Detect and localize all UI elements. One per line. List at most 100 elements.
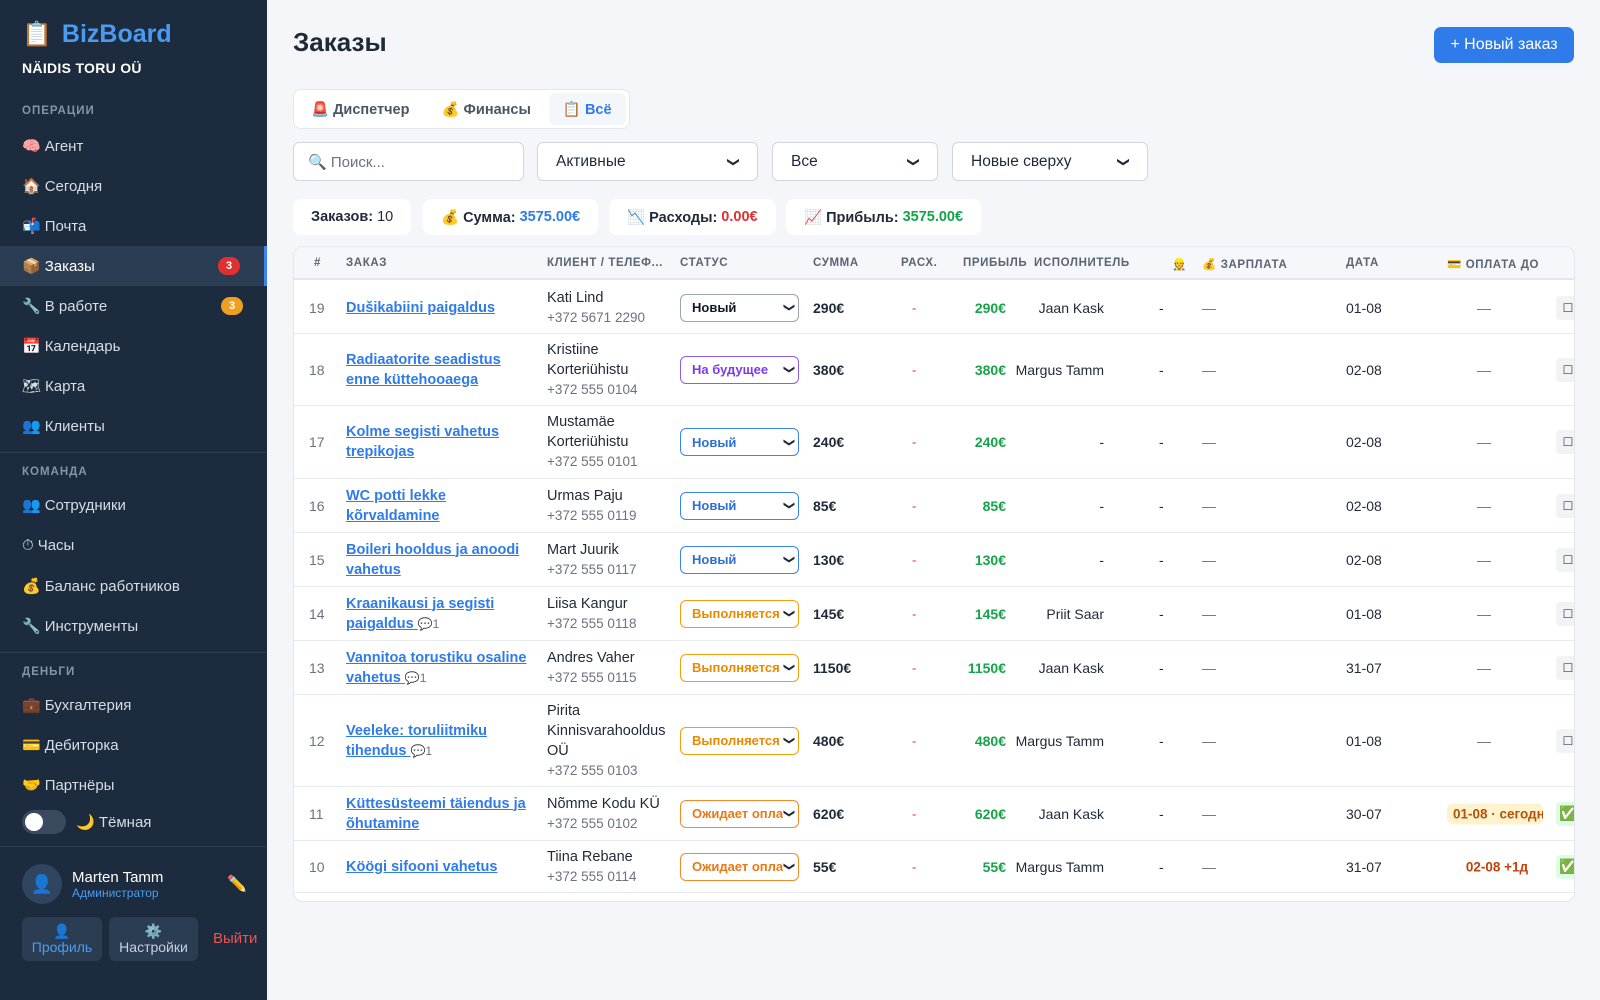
order-title-link[interactable]: Küttesüsteemi täiendus ja õhutamine <box>346 794 536 834</box>
status-select[interactable]: Ожидает оплаты❯ <box>680 799 799 828</box>
order-title-link[interactable]: WC potti lekke kõrvaldamine <box>346 486 536 526</box>
table-row[interactable]: 18 Radiaatorite seadistus enne küttehooae… <box>294 334 1574 406</box>
tab-finances[interactable]: 💰 Финансы <box>427 93 544 125</box>
table-row[interactable]: 19 Dušikabiini paigaldus Kati Lind +372 567… <box>294 282 1574 334</box>
table-row[interactable]: 15 Boileri hooldus ja anoodi vahetus Mart … <box>294 533 1574 587</box>
table-row[interactable]: 11 Küttesüsteemi täiendus ja õhutamine Nõm… <box>294 787 1574 841</box>
paid-checkbox[interactable]: ✅ <box>1556 801 1574 826</box>
order-sum: 1150€ <box>813 659 852 676</box>
header-status[interactable]: СТАТУС <box>680 257 728 269</box>
sidebar-item-today[interactable]: 🏠 Сегодня <box>0 166 267 206</box>
order-title-link[interactable]: Dušikabiini paigaldus <box>346 298 536 318</box>
header-executor[interactable]: ИСПОЛНИТЕЛЬ <box>1034 257 1129 269</box>
paid-checkbox[interactable]: ☐ <box>1556 601 1574 626</box>
worker-icon: 👷 <box>1172 259 1187 271</box>
table-row[interactable]: 13 Vannitoa torustiku osaline vahetus 💬1 A… <box>294 641 1574 695</box>
client-phone: +372 555 0119 <box>547 507 637 523</box>
order-number: 19 <box>309 299 325 316</box>
avatar[interactable]: 👤 <box>22 864 62 904</box>
paid-checkbox[interactable]: ☐ <box>1556 357 1574 382</box>
sidebar-item-hours[interactable]: ⏱ Часы <box>0 525 267 565</box>
status-select[interactable]: Новый ❯ <box>680 293 799 322</box>
order-title-link[interactable]: Kraanikausi ja segisti paigaldus 💬1 <box>346 594 536 634</box>
order-title-link[interactable]: Kolme segisti vahetus trepikojas <box>346 422 536 462</box>
credit-card-icon: 💳 <box>22 737 41 754</box>
header-client[interactable]: КЛИЕНТ / ТЕЛЕФ... <box>547 257 675 269</box>
sidebar-item-mail[interactable]: 📬 Почта <box>0 206 267 246</box>
order-worker: - <box>1159 659 1164 676</box>
sidebar-item-receivables[interactable]: 💳 Дебиторка <box>0 725 267 765</box>
sidebar-item-agent[interactable]: 🧠 Агент <box>0 126 267 166</box>
search-input[interactable]: 🔍 Поиск... <box>293 142 524 181</box>
paid-checkbox[interactable]: ✅ <box>1556 854 1574 879</box>
header-num[interactable]: # <box>314 257 321 269</box>
type-filter-select[interactable]: Все ❯ <box>772 142 938 181</box>
brand[interactable]: 📋 BizBoard <box>22 20 172 49</box>
sidebar-item-worker-balance[interactable]: 💰 Баланс работников <box>0 566 267 606</box>
header-order[interactable]: ЗАКАЗ <box>346 257 387 269</box>
order-salary: — <box>1202 299 1216 316</box>
table-row[interactable]: 14 Kraanikausi ja segisti paigaldus 💬1 Lii… <box>294 587 1574 641</box>
header-expense[interactable]: РАСХ. <box>901 257 937 269</box>
header-pay-until[interactable]: 💳 ОПЛАТА ДО <box>1447 257 1539 271</box>
status-select[interactable]: Выполняется ❯ <box>680 599 799 628</box>
status-filter-select[interactable]: Активные ❯ <box>537 142 758 181</box>
pencil-icon[interactable]: ✏️ <box>227 874 247 894</box>
status-select[interactable]: На будущее ❯ <box>680 355 799 384</box>
status-select[interactable]: Выполняется ❯ <box>680 726 799 755</box>
dark-mode-toggle[interactable] <box>22 810 66 834</box>
paid-checkbox[interactable]: ☐ <box>1556 493 1574 518</box>
order-title-link[interactable]: Veeleke: toruliitmiku tihendus 💬1 <box>346 721 536 761</box>
header-salary[interactable]: 💰 ЗАРПЛАТА <box>1202 257 1287 271</box>
sidebar-item-orders[interactable]: 📦 Заказы 3 <box>0 246 267 286</box>
sidebar-item-calendar[interactable]: 📅 Календарь <box>0 326 267 366</box>
order-title-link[interactable]: Radiaatorite seadistus enne küttehooaega <box>346 350 536 390</box>
sidebar-item-clients[interactable]: 👥 Клиенты <box>0 406 267 446</box>
sidebar-item-label: Календарь <box>44 337 121 355</box>
sidebar-item-map[interactable]: 🗺 Карта <box>0 366 267 406</box>
sidebar-item-label: Агент <box>44 137 84 155</box>
settings-button[interactable]: ⚙️ Настройки <box>109 917 198 961</box>
paid-checkbox[interactable]: ☐ <box>1556 547 1574 572</box>
tab-all[interactable]: 📋 Всё <box>548 93 626 125</box>
header-date[interactable]: ДАТА <box>1346 257 1379 269</box>
sort-select[interactable]: Новые сверху ❯ <box>952 142 1148 181</box>
client-info: Urmas Paju +372 555 0119 <box>547 486 677 526</box>
logout-button[interactable]: Выйти <box>213 930 257 947</box>
status-select[interactable]: Новый ❯ <box>680 545 799 574</box>
header-sum[interactable]: СУММА <box>813 257 859 269</box>
sidebar-item-tools[interactable]: 🔧 Инструменты <box>0 606 267 646</box>
sidebar-item-employees[interactable]: 👥 Сотрудники <box>0 485 267 525</box>
tab-dispatcher[interactable]: 🚨 Диспетчер <box>297 93 423 125</box>
status-select[interactable]: Ожидает оплаты❯ <box>680 852 799 881</box>
table-row[interactable]: 10 Köögi sifooni vahetus Tiina Rebane +372 … <box>294 841 1574 893</box>
paid-checkbox[interactable]: ☐ <box>1556 295 1574 320</box>
table-row[interactable]: 17 Kolme segisti vahetus trepikojas Mustam… <box>294 406 1574 479</box>
header-profit[interactable]: ПРИБЫЛЬ <box>963 257 1027 269</box>
client-phone: +372 555 0102 <box>547 815 638 831</box>
profile-button[interactable]: 👤 Профиль <box>22 917 102 961</box>
new-order-button[interactable]: + Новый заказ <box>1434 27 1574 63</box>
paid-checkbox[interactable]: ☐ <box>1556 728 1574 753</box>
paid-checkbox[interactable]: ☐ <box>1556 655 1574 680</box>
people-icon: 👥 <box>22 418 41 435</box>
sidebar-item-partners[interactable]: 🤝 Партнёры <box>0 765 267 805</box>
order-title-link[interactable]: Vannitoa torustiku osaline vahetus 💬1 <box>346 648 536 688</box>
status-select[interactable]: Выполняется ❯ <box>680 653 799 682</box>
status-select[interactable]: Новый ❯ <box>680 428 799 456</box>
paid-checkbox[interactable]: ☐ <box>1556 430 1574 454</box>
sidebar-item-accounting[interactable]: 💼 Бухгалтерия <box>0 685 267 725</box>
order-sum: 290€ <box>813 299 845 316</box>
client-phone: +372 555 0118 <box>547 615 637 631</box>
table-row[interactable]: 12 Veeleke: toruliitmiku tihendus 💬1 Pirit… <box>294 695 1574 787</box>
chevron-down-icon: ❯ <box>726 156 741 167</box>
order-profit: 145€ <box>974 605 1006 622</box>
order-title-link[interactable]: Köögi sifooni vahetus <box>346 857 536 877</box>
status-value: Новый <box>692 434 737 450</box>
order-expense: - <box>912 733 917 748</box>
order-title-link[interactable]: Boileri hooldus ja anoodi vahetus <box>346 540 536 580</box>
sidebar-item-in-progress[interactable]: 🔧 В работе 3 <box>0 286 267 326</box>
table-row[interactable]: 16 WC potti lekke kõrvaldamine Urmas Paju +… <box>294 479 1574 533</box>
order-salary: — <box>1202 732 1216 749</box>
status-select[interactable]: Новый ❯ <box>680 491 799 520</box>
